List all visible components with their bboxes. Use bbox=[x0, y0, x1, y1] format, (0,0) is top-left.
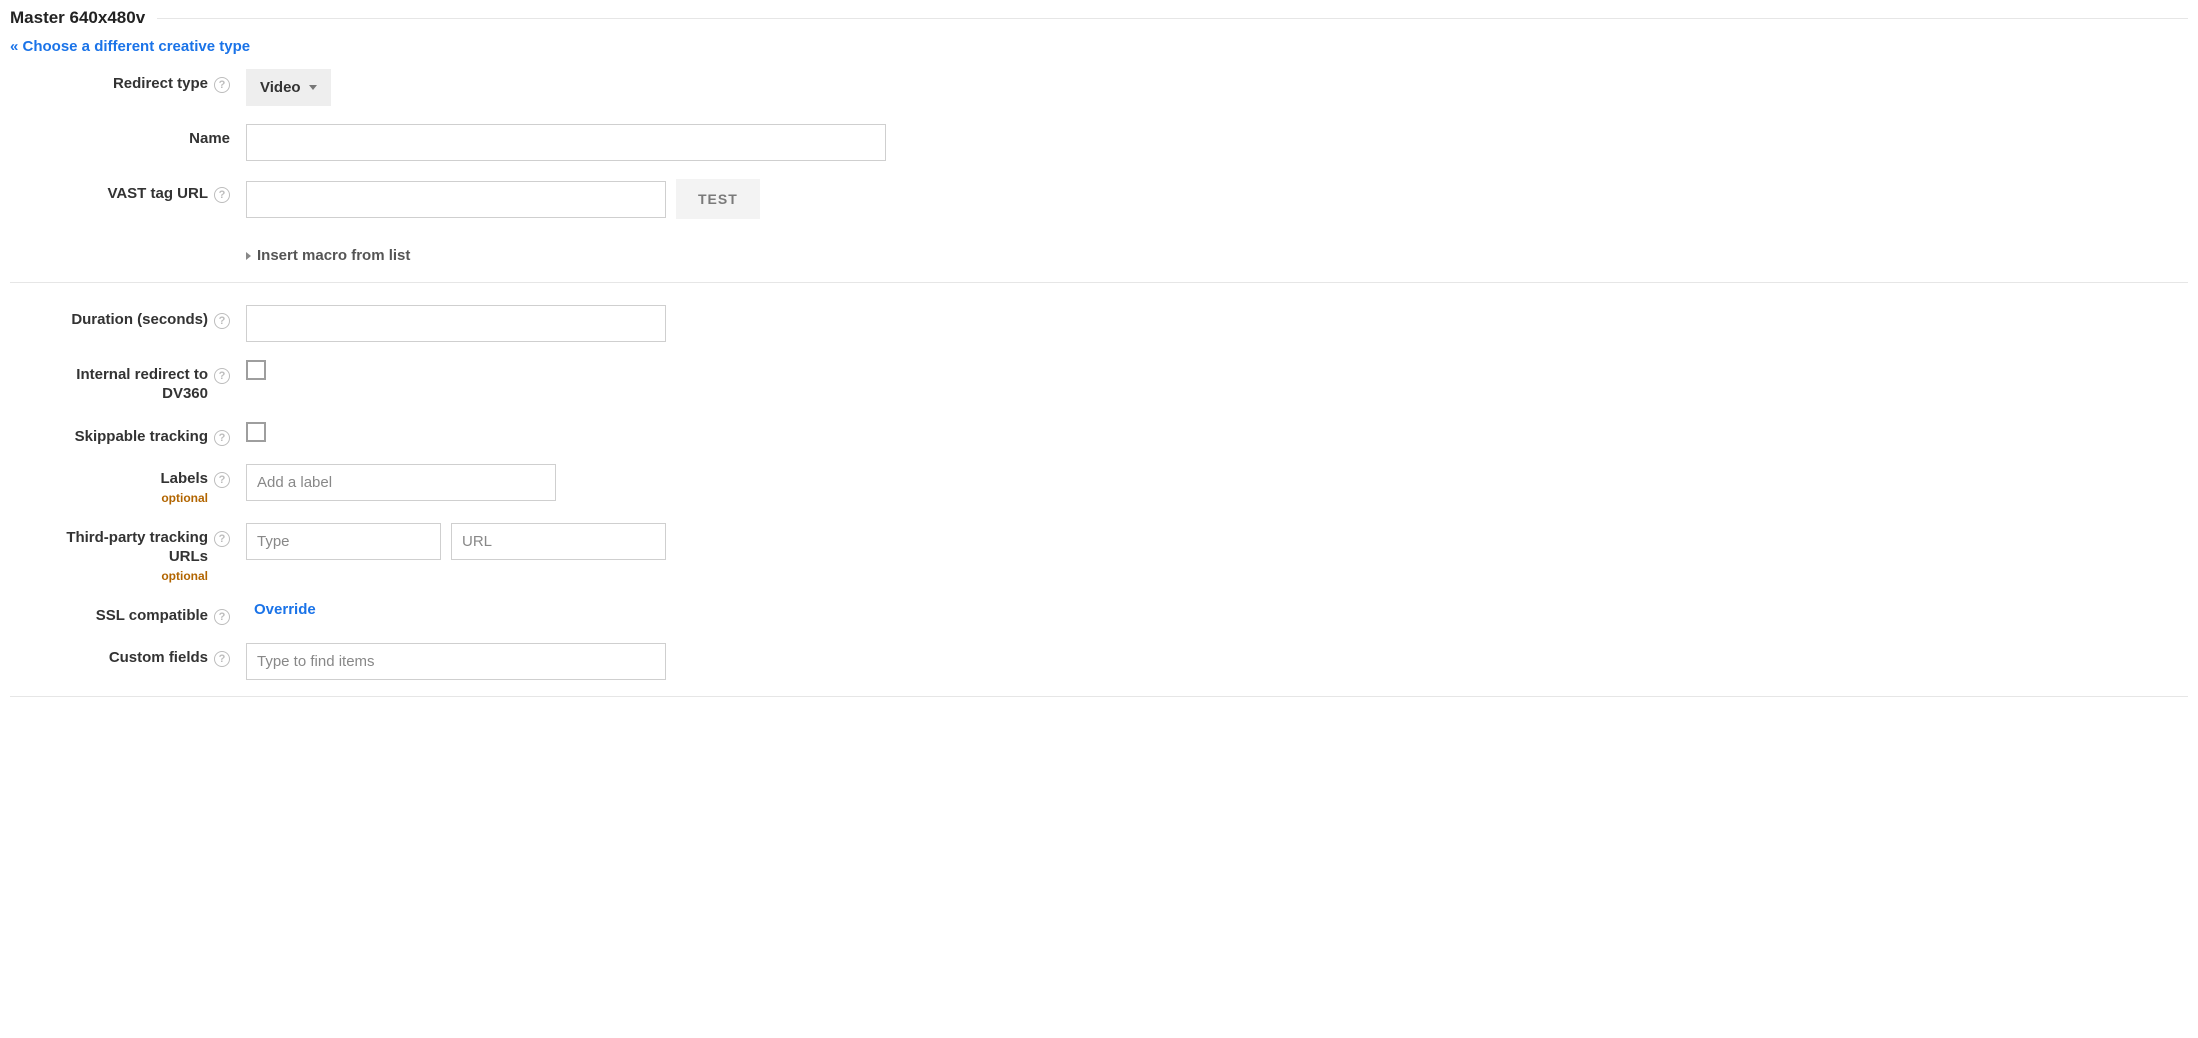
row-redirect-type: Redirect type ? Video bbox=[10, 69, 2188, 106]
label-third-party: Third-party tracking URLs bbox=[38, 529, 208, 567]
caret-right-icon bbox=[246, 252, 251, 260]
row-vast-tag: VAST tag URL ? TEST Insert macro from li… bbox=[10, 179, 2188, 283]
section-header: Master 640x480v bbox=[10, 8, 2188, 28]
label-labels: Labels bbox=[160, 470, 208, 487]
row-ssl-compatible: SSL compatible ? Override bbox=[10, 601, 2188, 626]
help-icon[interactable]: ? bbox=[214, 313, 230, 329]
redirect-type-dropdown[interactable]: Video bbox=[246, 69, 331, 106]
label-internal-redirect: Internal redirect to DV360 bbox=[58, 366, 208, 404]
help-icon[interactable]: ? bbox=[214, 472, 230, 488]
labels-input[interactable] bbox=[246, 464, 556, 501]
row-internal-redirect: Internal redirect to DV360 ? bbox=[10, 360, 2188, 404]
help-icon[interactable]: ? bbox=[214, 651, 230, 667]
row-third-party-tracking: Third-party tracking URLs optional ? bbox=[10, 523, 2188, 583]
third-party-url-input[interactable] bbox=[451, 523, 666, 560]
help-icon[interactable]: ? bbox=[214, 77, 230, 93]
help-icon[interactable]: ? bbox=[214, 368, 230, 384]
optional-badge: optional bbox=[38, 569, 208, 583]
vast-tag-input[interactable] bbox=[246, 181, 666, 218]
internal-redirect-checkbox[interactable] bbox=[246, 360, 266, 380]
label-custom-fields: Custom fields bbox=[109, 649, 208, 668]
name-input[interactable] bbox=[246, 124, 886, 161]
help-icon[interactable]: ? bbox=[214, 531, 230, 547]
page-title: Master 640x480v bbox=[10, 8, 157, 28]
insert-macro-toggle[interactable]: Insert macro from list bbox=[246, 247, 2188, 264]
caret-down-icon bbox=[309, 85, 317, 90]
insert-macro-label: Insert macro from list bbox=[257, 247, 410, 264]
optional-badge: optional bbox=[160, 491, 208, 505]
ssl-override-link[interactable]: Override bbox=[246, 601, 316, 618]
header-divider bbox=[157, 18, 2188, 19]
label-duration: Duration (seconds) bbox=[71, 311, 208, 330]
label-ssl: SSL compatible bbox=[96, 607, 208, 626]
help-icon[interactable]: ? bbox=[214, 609, 230, 625]
label-redirect-type: Redirect type bbox=[113, 75, 208, 94]
bottom-divider bbox=[10, 696, 2188, 697]
third-party-type-input[interactable] bbox=[246, 523, 441, 560]
redirect-type-value: Video bbox=[260, 79, 301, 96]
row-skippable-tracking: Skippable tracking ? bbox=[10, 422, 2188, 447]
help-icon[interactable]: ? bbox=[214, 430, 230, 446]
label-vast-tag: VAST tag URL bbox=[107, 185, 208, 204]
row-duration: Duration (seconds) ? bbox=[10, 305, 2188, 342]
custom-fields-input[interactable] bbox=[246, 643, 666, 680]
test-button[interactable]: TEST bbox=[676, 179, 760, 219]
creative-form: Redirect type ? Video Name VAST tag URL … bbox=[10, 69, 2188, 697]
help-icon[interactable]: ? bbox=[214, 187, 230, 203]
choose-creative-type-link[interactable]: « Choose a different creative type bbox=[10, 38, 250, 55]
label-name: Name bbox=[189, 130, 230, 149]
skippable-checkbox[interactable] bbox=[246, 422, 266, 442]
duration-input[interactable] bbox=[246, 305, 666, 342]
row-custom-fields: Custom fields ? bbox=[10, 643, 2188, 680]
row-name: Name bbox=[10, 124, 2188, 161]
row-labels: Labels optional ? bbox=[10, 464, 2188, 505]
label-skippable: Skippable tracking bbox=[75, 428, 208, 447]
